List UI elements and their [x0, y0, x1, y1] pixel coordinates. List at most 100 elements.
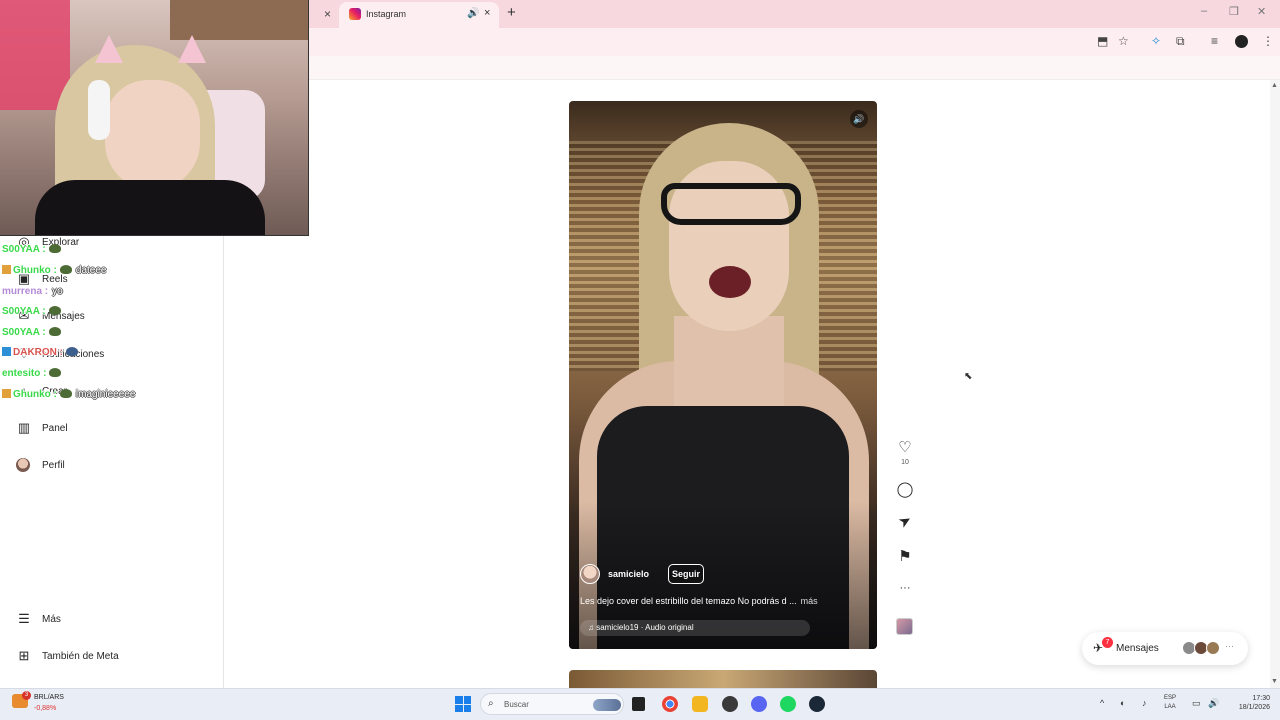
caption-more-link[interactable]: más: [801, 596, 818, 606]
chat-message: yo: [52, 286, 63, 297]
sidebar-item-label: Perfil: [42, 459, 65, 471]
chat-line: Ghunko : imaginieeeee: [2, 389, 135, 400]
tab-instagram[interactable]: Instagram 🔊 ×: [339, 2, 499, 28]
more-options-button[interactable]: ···: [893, 582, 917, 594]
reel-caption: Les dejo cover del estribillo del temazo…: [580, 596, 870, 606]
emote-icon: [66, 347, 78, 356]
emote-icon: [48, 327, 61, 336]
sidebar-item-label: También de Meta: [42, 650, 119, 662]
streamer-webcam: [0, 0, 309, 236]
reel-video[interactable]: [569, 101, 877, 649]
chrome-icon[interactable]: [662, 696, 678, 712]
audio-link[interactable]: ♫ samicielo19 · Audio original: [580, 620, 810, 636]
emote-icon: [59, 389, 72, 398]
search-placeholder: Buscar: [504, 700, 529, 709]
profile-icon[interactable]: [1235, 35, 1248, 48]
steam-icon[interactable]: [809, 696, 825, 712]
screen: × Instagram 🔊 × + – ❐ ✕ ⬒ ☆ ✧ ⧉ ≡ ⋮ ◎ Ex…: [0, 0, 1280, 720]
sidebar-item-mas[interactable]: ☰ Más: [16, 607, 61, 631]
network-icon[interactable]: ▭: [1192, 698, 1201, 709]
grid-icon: ⊞: [18, 648, 30, 663]
chat-line: Ghunko : dateee: [2, 265, 106, 276]
save-button[interactable]: ⚑: [893, 547, 917, 565]
puzzle-icon[interactable]: ⧉: [1176, 34, 1185, 49]
cat-ear-left: [95, 35, 123, 63]
tab-close-icon[interactable]: ×: [484, 7, 490, 19]
chat-line: murrena : yo: [2, 286, 63, 297]
sidebar-item-perfil[interactable]: Perfil: [16, 453, 65, 477]
obs-icon[interactable]: [722, 696, 738, 712]
minimize-button[interactable]: –: [1201, 5, 1207, 17]
comment-button[interactable]: ◯: [893, 480, 917, 498]
hamburger-icon: ☰: [18, 611, 30, 626]
chat-user: S00YAA :: [2, 306, 46, 317]
next-reel-preview[interactable]: [569, 670, 877, 690]
clock-date: 18/1/2026: [1238, 704, 1270, 711]
discord-icon[interactable]: [751, 696, 767, 712]
sidebar-item-panel[interactable]: ▥ Panel: [16, 416, 68, 440]
emote-icon: [49, 368, 62, 377]
sub-badge-icon: [2, 265, 11, 274]
sidebar-item-tambien-de-meta[interactable]: ⊞ También de Meta: [16, 644, 119, 668]
messages-badge: 7: [1102, 637, 1113, 648]
stock-change: -0,88%: [34, 705, 57, 712]
instagram-favicon-icon: [349, 8, 361, 20]
messages-pill[interactable]: ✈ 7 Mensajes ···: [1082, 632, 1248, 665]
author-avatar[interactable]: [580, 564, 600, 584]
taskbar-search[interactable]: ⌕ Buscar: [480, 693, 624, 715]
input-language[interactable]: ESP LAA: [1164, 694, 1176, 712]
like-count: 10: [901, 459, 909, 466]
tray-mic-icon[interactable]: ♪: [1142, 698, 1147, 708]
install-icon[interactable]: ⬒: [1097, 34, 1108, 48]
extension-icon[interactable]: ✧: [1151, 34, 1161, 48]
follow-button[interactable]: Seguir: [668, 564, 704, 584]
tab-audio-icon[interactable]: 🔊: [467, 8, 479, 19]
message-avatar: [1206, 641, 1220, 655]
webcam-curtain: [0, 0, 70, 110]
stock-name: BRL/ARS: [34, 694, 64, 701]
messages-label: Mensajes: [1116, 643, 1159, 654]
spotify-icon[interactable]: [780, 696, 796, 712]
share-button[interactable]: ➤: [890, 507, 920, 535]
menu-icon[interactable]: ⋮: [1262, 34, 1274, 48]
chat-user: DAKRON :: [13, 347, 63, 358]
sidebar-item-label: Más: [42, 613, 61, 625]
chat-user: S00YAA :: [2, 327, 46, 338]
file-explorer-icon[interactable]: [692, 696, 708, 712]
star-icon[interactable]: ☆: [1118, 34, 1129, 48]
chart-icon: ▥: [17, 420, 31, 435]
prev-tab-close-icon[interactable]: ×: [324, 7, 331, 21]
chat-user: S00YAA :: [2, 244, 46, 255]
scroll-up-icon[interactable]: ▲: [1271, 82, 1278, 89]
volume-icon[interactable]: 🔊: [850, 110, 868, 128]
tray-chevron-icon[interactable]: ^: [1100, 698, 1104, 708]
chat-line: S00YAA :: [2, 306, 61, 317]
page-scrollbar[interactable]: [1270, 80, 1280, 688]
tray-app-icon[interactable]: ◐: [1120, 698, 1125, 708]
author-name[interactable]: samicielo: [608, 569, 649, 579]
volume-tray-icon[interactable]: 🔊: [1208, 698, 1219, 709]
emote-icon: [59, 265, 72, 274]
clock[interactable]: 17:30 18/1/2026: [1226, 694, 1270, 712]
audio-thumbnail[interactable]: [896, 618, 913, 635]
new-tab-button[interactable]: +: [507, 4, 516, 21]
chat-user: murrena :: [2, 286, 49, 297]
taskview-icon[interactable]: [632, 697, 645, 711]
lang-layout: LAA: [1164, 704, 1176, 710]
sub-badge-icon: [2, 389, 11, 398]
like-button[interactable]: ♡: [893, 438, 917, 456]
windows-start-icon[interactable]: [455, 696, 471, 712]
sub-badge-icon: [2, 347, 11, 356]
media-icon[interactable]: ≡: [1211, 34, 1218, 48]
webcam-face: [105, 80, 200, 190]
chat-user: Ghunko :: [13, 389, 57, 400]
webcam-shirt: [35, 180, 265, 235]
mouse-cursor-icon: ⬉: [964, 371, 973, 382]
stock-badge: 3: [22, 691, 31, 700]
chat-line: DAKRON :: [2, 347, 78, 358]
tab-title: Instagram: [366, 9, 407, 19]
chat-line: entesito :: [2, 368, 62, 379]
scroll-down-icon[interactable]: ▼: [1271, 678, 1278, 685]
maximize-button[interactable]: ❐: [1229, 5, 1239, 18]
close-window-button[interactable]: ✕: [1257, 5, 1266, 18]
